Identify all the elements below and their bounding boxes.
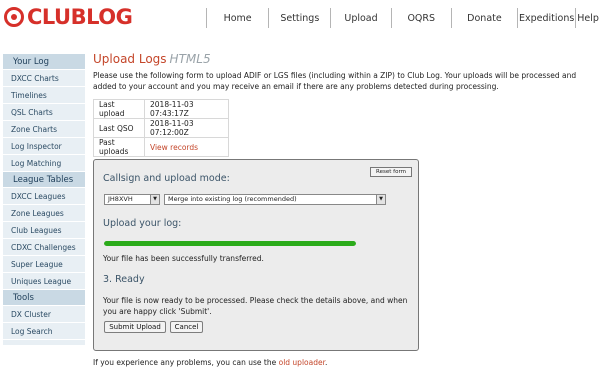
callsign-mode-heading: Callsign and upload mode: xyxy=(103,173,230,184)
upload-progress-bar xyxy=(104,241,356,246)
nav-settings[interactable]: Settings xyxy=(269,13,330,24)
cancel-button[interactable]: Cancel xyxy=(170,321,203,333)
site-header: CLUBLOG Home Settings Upload OQRS Donate… xyxy=(0,0,600,36)
last-qso-label: Last QSO xyxy=(93,118,145,138)
view-records-link[interactable]: View records xyxy=(144,137,229,157)
last-qso-value: 2018-11-03 07:12:00Z xyxy=(144,118,229,138)
sidebar-item-partial xyxy=(3,340,85,346)
submit-upload-button[interactable]: Submit Upload xyxy=(104,321,166,333)
last-upload-value: 2018-11-03 07:43:17Z xyxy=(144,99,229,119)
page-title-tag: HTML5 xyxy=(169,52,211,66)
clublog-logo[interactable]: CLUBLOG xyxy=(4,3,133,31)
nav-help[interactable]: Help xyxy=(576,13,600,24)
upload-mode-select-value: Merge into existing log (recommended) xyxy=(168,195,297,203)
table-row: Past uploads View records xyxy=(93,137,229,157)
sidebar-section-league-tables: League Tables xyxy=(3,172,85,188)
sidebar-item-cdxc-challenges[interactable]: CDXC Challenges xyxy=(3,239,85,256)
table-row: Last upload 2018-11-03 07:43:17Z xyxy=(93,99,229,119)
ready-heading: 3. Ready xyxy=(103,274,145,285)
sidebar: Your Log DXCC Charts Timelines QSL Chart… xyxy=(3,54,85,346)
transfer-status-text: Your file has been successfully transfer… xyxy=(103,254,264,263)
sidebar-item-zone-charts[interactable]: Zone Charts xyxy=(3,121,85,138)
logo-text: CLUBLOG xyxy=(27,5,133,29)
sidebar-item-timelines[interactable]: Timelines xyxy=(3,87,85,104)
upload-info-table: Last upload 2018-11-03 07:43:17Z Last QS… xyxy=(93,99,229,157)
nav-oqrs[interactable]: OQRS xyxy=(392,13,451,24)
sidebar-item-log-search[interactable]: Log Search xyxy=(3,323,85,340)
past-uploads-label: Past uploads xyxy=(93,137,145,157)
logo-icon xyxy=(4,7,24,27)
footer-prefix: If you experience any problems, you can … xyxy=(93,358,279,367)
main-content: Upload Logs HTML5 Please use the followin… xyxy=(93,52,593,367)
sidebar-item-zone-leagues[interactable]: Zone Leagues xyxy=(3,205,85,222)
table-row: Last QSO 2018-11-03 07:12:00Z xyxy=(93,118,229,138)
upload-progress-fill xyxy=(104,241,356,246)
intro-text: Please use the following form to upload … xyxy=(93,71,577,91)
page-title: Upload Logs HTML5 xyxy=(93,52,593,68)
sidebar-section-tools: Tools xyxy=(3,290,85,306)
ready-text: Your file is now ready to be processed. … xyxy=(103,296,408,316)
sidebar-item-super-league[interactable]: Super League xyxy=(3,256,85,273)
nav-donate[interactable]: Donate xyxy=(452,13,517,24)
sidebar-item-uniques-league[interactable]: Uniques League xyxy=(3,273,85,290)
footer-text: If you experience any problems, you can … xyxy=(93,358,327,367)
top-nav: Home Settings Upload OQRS Donate Expedit… xyxy=(206,0,600,36)
chevron-down-icon: ▼ xyxy=(150,195,159,204)
last-upload-label: Last upload xyxy=(93,99,145,119)
sidebar-item-dx-cluster[interactable]: DX Cluster xyxy=(3,306,85,323)
sidebar-item-dxcc-leagues[interactable]: DXCC Leagues xyxy=(3,188,85,205)
callsign-select[interactable]: JH8XVH ▼ xyxy=(104,194,160,205)
sidebar-item-qsl-charts[interactable]: QSL Charts xyxy=(3,104,85,121)
sidebar-item-club-leagues[interactable]: Club Leagues xyxy=(3,222,85,239)
sidebar-item-log-inspector[interactable]: Log Inspector xyxy=(3,138,85,155)
nav-home[interactable]: Home xyxy=(207,13,268,24)
sidebar-item-dxcc-charts[interactable]: DXCC Charts xyxy=(3,70,85,87)
footer-suffix: . xyxy=(324,358,328,367)
page-title-text: Upload Logs xyxy=(93,52,167,66)
upload-panel: Callsign and upload mode: Reset form JH8… xyxy=(93,159,419,351)
sidebar-section-your-log: Your Log xyxy=(3,54,85,70)
upload-mode-select[interactable]: Merge into existing log (recommended) ▼ xyxy=(164,194,386,205)
callsign-select-value: JH8XVH xyxy=(108,195,133,203)
reset-form-button[interactable]: Reset form xyxy=(370,167,412,177)
chevron-down-icon: ▼ xyxy=(376,195,385,204)
nav-upload[interactable]: Upload xyxy=(331,13,390,24)
old-uploader-link[interactable]: old uploader xyxy=(279,358,325,367)
nav-expeditions[interactable]: Expeditions xyxy=(518,13,575,24)
upload-log-heading: Upload your log: xyxy=(103,218,182,229)
sidebar-item-log-matching[interactable]: Log Matching xyxy=(3,155,85,172)
